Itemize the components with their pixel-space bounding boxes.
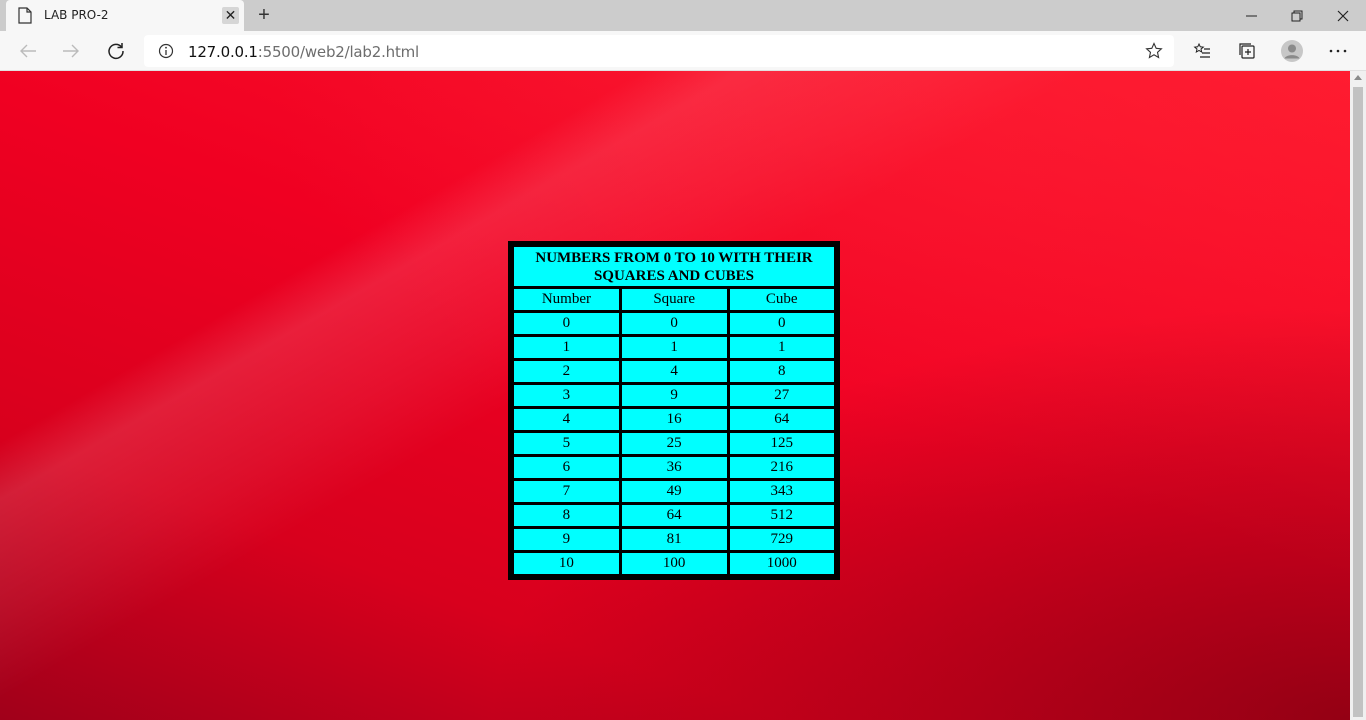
- number-cell: 2: [514, 361, 619, 382]
- table-row: 6 36 216: [514, 457, 834, 478]
- number-cell: 0: [514, 313, 619, 334]
- square-cell: 4: [621, 361, 727, 382]
- square-cell: 36: [621, 457, 727, 478]
- cube-cell: 125: [729, 433, 834, 454]
- cube-cell: 8: [729, 361, 834, 382]
- squares-cubes-table: NUMBERS FROM 0 TO 10 WITH THEIR SQUARES …: [508, 241, 840, 580]
- square-cell: 100: [621, 553, 727, 574]
- cube-cell: 343: [729, 481, 834, 502]
- new-tab-button[interactable]: +: [254, 4, 274, 26]
- url-host: 127.0.0.1: [188, 43, 258, 61]
- table-row: 5 25 125: [514, 433, 834, 454]
- minimize-button[interactable]: [1228, 0, 1274, 31]
- table-row: 10 100 1000: [514, 553, 834, 574]
- square-cell: 49: [621, 481, 727, 502]
- square-cell: 1: [621, 337, 727, 358]
- header-cube: Cube: [729, 289, 834, 310]
- table-row: 7 49 343: [514, 481, 834, 502]
- scroll-up-arrow-icon[interactable]: [1354, 75, 1362, 80]
- number-cell: 5: [514, 433, 619, 454]
- square-cell: 16: [621, 409, 727, 430]
- browser-toolbar: 127.0.0.1:5500/web2/lab2.html: [0, 31, 1366, 71]
- number-cell: 8: [514, 505, 619, 526]
- table-row: 248: [514, 361, 834, 382]
- number-cell: 3: [514, 385, 619, 406]
- table-header-row: Number Square Cube: [514, 289, 834, 310]
- arrow-right-icon: [63, 44, 79, 58]
- table-caption: NUMBERS FROM 0 TO 10 WITH THEIR SQUARES …: [514, 247, 834, 286]
- favorites-list-icon: [1193, 42, 1210, 58]
- settings-more-button[interactable]: [1324, 37, 1352, 65]
- arrow-left-icon: [20, 44, 36, 58]
- cube-cell: 64: [729, 409, 834, 430]
- cube-cell: 0: [729, 313, 834, 334]
- address-bar[interactable]: 127.0.0.1:5500/web2/lab2.html: [144, 35, 1174, 67]
- table-row: 3 9 27: [514, 385, 834, 406]
- number-cell: 9: [514, 529, 619, 550]
- number-cell: 4: [514, 409, 619, 430]
- number-cell: 1: [514, 337, 619, 358]
- table-row: 8 64 512: [514, 505, 834, 526]
- cube-cell: 27: [729, 385, 834, 406]
- square-cell: 64: [621, 505, 727, 526]
- cube-cell: 1: [729, 337, 834, 358]
- collections-icon: [1239, 43, 1255, 59]
- square-cell: 0: [621, 313, 727, 334]
- favorite-star-icon[interactable]: [1145, 42, 1163, 60]
- scroll-thumb[interactable]: [1353, 87, 1363, 717]
- number-cell: 6: [514, 457, 619, 478]
- reload-button[interactable]: [102, 37, 130, 65]
- cube-cell: 512: [729, 505, 834, 526]
- header-number: Number: [514, 289, 619, 310]
- info-icon[interactable]: [158, 43, 174, 59]
- number-cell: 7: [514, 481, 619, 502]
- cube-cell: 1000: [729, 553, 834, 574]
- avatar-icon: [1281, 40, 1303, 62]
- minimize-icon: [1245, 15, 1257, 17]
- reload-icon: [108, 43, 124, 60]
- table-row: 9 81 729: [514, 529, 834, 550]
- tab-title: LAB PRO-2: [44, 8, 109, 22]
- tab-active[interactable]: LAB PRO-2 ✕: [6, 0, 244, 31]
- number-cell: 10: [514, 553, 619, 574]
- back-button[interactable]: [14, 37, 42, 65]
- cube-cell: 729: [729, 529, 834, 550]
- document-icon: [18, 7, 32, 24]
- url-path: :5500/web2/lab2.html: [257, 43, 420, 61]
- square-cell: 9: [621, 385, 727, 406]
- table-row: 4 16 64: [514, 409, 834, 430]
- restore-button[interactable]: [1274, 0, 1320, 31]
- table-row: 111: [514, 337, 834, 358]
- restore-icon: [1291, 10, 1303, 21]
- favorites-button[interactable]: [1188, 37, 1216, 65]
- url-text: 127.0.0.1:5500/web2/lab2.html: [188, 43, 419, 61]
- close-icon: [1337, 10, 1349, 21]
- cube-cell: 216: [729, 457, 834, 478]
- square-cell: 81: [621, 529, 727, 550]
- collections-button[interactable]: [1233, 37, 1261, 65]
- table-row: 000: [514, 313, 834, 334]
- vertical-scrollbar[interactable]: [1350, 71, 1366, 720]
- profile-button[interactable]: [1278, 37, 1306, 65]
- tab-strip: LAB PRO-2 ✕ +: [0, 0, 1366, 31]
- header-square: Square: [621, 289, 727, 310]
- tab-close-icon[interactable]: ✕: [222, 7, 239, 24]
- square-cell: 25: [621, 433, 727, 454]
- forward-button[interactable]: [57, 37, 85, 65]
- close-window-button[interactable]: [1320, 0, 1366, 31]
- more-dots-icon: [1329, 49, 1347, 53]
